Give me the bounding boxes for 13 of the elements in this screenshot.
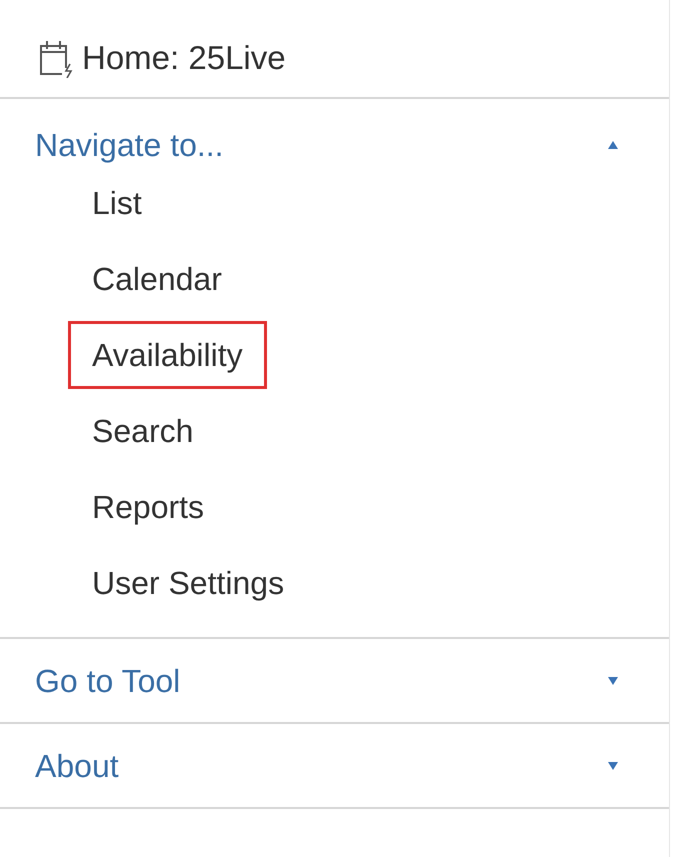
nav-link[interactable]: List <box>68 169 166 237</box>
nav-link[interactable]: Availability <box>68 321 267 389</box>
nav-link[interactable]: Calendar <box>68 245 246 313</box>
nav-link[interactable]: Reports <box>68 473 228 541</box>
section-title: About <box>35 746 119 784</box>
nav-link[interactable]: Search <box>68 397 218 465</box>
nav-link[interactable]: User Settings <box>68 549 308 617</box>
section-header[interactable]: About <box>0 724 669 807</box>
section-title: Go to Tool <box>35 662 180 700</box>
section-title: Navigate to... <box>35 126 224 164</box>
section-header[interactable]: Navigate to... <box>0 99 669 165</box>
section-header[interactable]: Go to Tool <box>0 639 669 722</box>
home-link[interactable]: Home: 25Live <box>82 32 286 82</box>
